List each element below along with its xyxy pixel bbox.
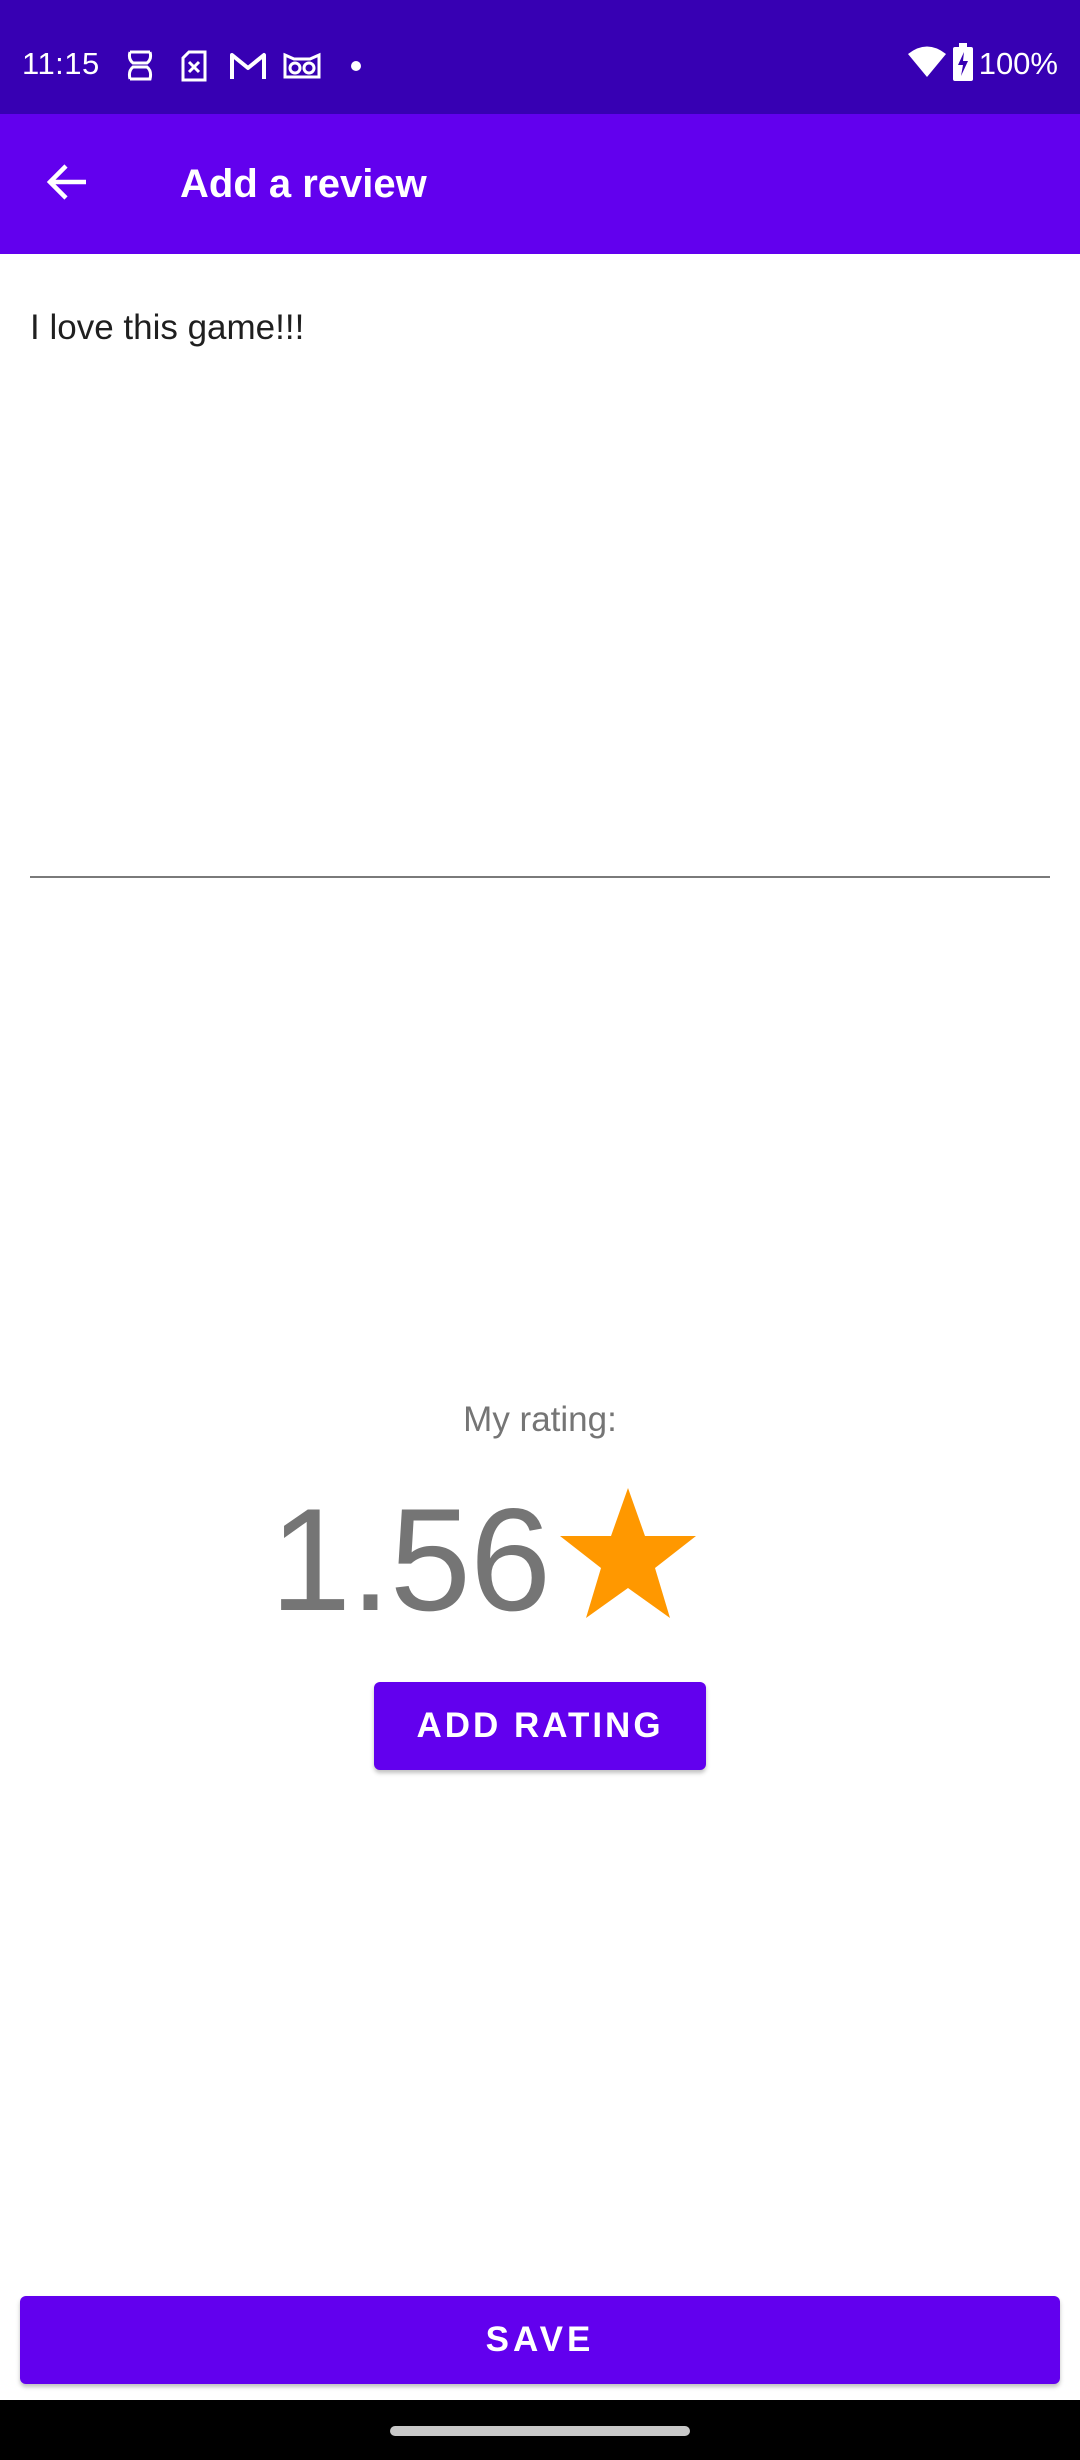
more-dot-icon — [336, 46, 376, 86]
add-rating-button[interactable]: ADD RATING — [374, 1682, 706, 1770]
navigation-bar — [0, 2400, 1080, 2460]
app-bar: Add a review — [0, 114, 1080, 254]
rating-value: 1.56 — [270, 1478, 551, 1641]
sd-card-x-icon — [174, 46, 214, 86]
rating-label: My rating: — [463, 1400, 617, 1439]
review-text-field[interactable]: I love this game!!! — [30, 300, 1050, 878]
system-icons: 100% — [907, 42, 1058, 86]
battery-charging-icon — [952, 42, 973, 86]
sim-alert-icon — [120, 46, 160, 86]
save-button[interactable]: SAVE — [20, 2296, 1060, 2384]
status-bar: 11:15 100% — [0, 0, 1080, 114]
home-gesture-handle[interactable] — [390, 2426, 690, 2436]
review-text[interactable]: I love this game!!! — [30, 304, 304, 352]
wifi-icon — [907, 45, 947, 84]
back-button[interactable] — [36, 152, 100, 216]
star-icon — [558, 1486, 698, 1620]
owl-app-icon — [282, 46, 322, 86]
page-title: Add a review — [180, 162, 427, 206]
gmail-icon — [228, 46, 268, 86]
arrow-back-icon — [46, 160, 90, 209]
notification-icons — [120, 46, 376, 86]
battery-percent: 100% — [978, 46, 1058, 81]
status-time: 11:15 — [22, 46, 100, 81]
